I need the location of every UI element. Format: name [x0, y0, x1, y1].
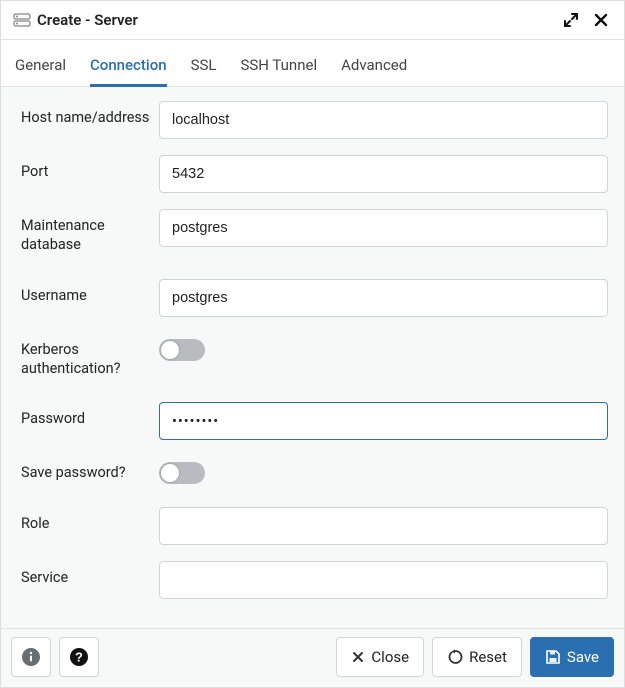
save-password-toggle[interactable] — [159, 462, 205, 484]
row-host: Host name/address — [11, 101, 614, 139]
dialog-footer: ? Close Reset — [1, 628, 624, 687]
password-input[interactable] — [159, 402, 608, 440]
dialog-title: Create - Server — [37, 11, 552, 29]
connection-form: Host name/address Port Maintenance datab… — [1, 87, 624, 628]
label-port: Port — [11, 155, 159, 190]
save-button[interactable]: Save — [530, 637, 614, 677]
svg-text:?: ? — [75, 650, 83, 665]
close-button[interactable]: Close — [336, 637, 424, 677]
label-kerberos: Kerberos authentication? — [11, 333, 159, 387]
close-icon[interactable] — [590, 9, 612, 31]
row-kerberos: Kerberos authentication? — [11, 333, 614, 387]
titlebar: Create - Server — [1, 1, 624, 40]
server-icon — [13, 13, 31, 27]
row-password: Password — [11, 402, 614, 440]
row-savepw: Save password? — [11, 456, 614, 491]
reset-button[interactable]: Reset — [432, 637, 522, 677]
tab-advanced[interactable]: Advanced — [341, 48, 407, 87]
tab-connection[interactable]: Connection — [90, 48, 167, 87]
row-username: Username — [11, 279, 614, 317]
tab-ssl[interactable]: SSL — [191, 48, 217, 87]
label-username: Username — [11, 279, 159, 314]
create-server-dialog: Create - Server General Connection SSL S… — [0, 0, 625, 688]
reset-button-label: Reset — [469, 648, 507, 666]
maximize-icon[interactable] — [560, 9, 582, 31]
label-savepw: Save password? — [11, 456, 159, 491]
role-input[interactable] — [159, 507, 608, 545]
port-input[interactable] — [159, 155, 608, 193]
save-button-label: Save — [567, 648, 599, 666]
reset-icon — [447, 649, 463, 665]
tab-general[interactable]: General — [15, 48, 66, 87]
row-service: Service — [11, 561, 614, 599]
label-service: Service — [11, 561, 159, 596]
label-password: Password — [11, 402, 159, 437]
label-host: Host name/address — [11, 101, 159, 136]
row-role: Role — [11, 507, 614, 545]
tab-bar: General Connection SSL SSH Tunnel Advanc… — [1, 40, 624, 87]
info-icon — [21, 647, 41, 667]
kerberos-toggle[interactable] — [159, 339, 205, 361]
tab-ssh-tunnel[interactable]: SSH Tunnel — [240, 48, 317, 87]
x-icon — [351, 650, 365, 664]
help-icon: ? — [69, 647, 89, 667]
row-maintdb: Maintenance database — [11, 209, 614, 263]
label-maintdb: Maintenance database — [11, 209, 159, 263]
help-button[interactable]: ? — [59, 637, 99, 677]
username-input[interactable] — [159, 279, 608, 317]
row-port: Port — [11, 155, 614, 193]
maintdb-input[interactable] — [159, 209, 608, 247]
host-input[interactable] — [159, 101, 608, 139]
close-button-label: Close — [371, 648, 409, 666]
save-icon — [545, 649, 561, 665]
info-button[interactable] — [11, 637, 51, 677]
service-input[interactable] — [159, 561, 608, 599]
label-role: Role — [11, 507, 159, 542]
